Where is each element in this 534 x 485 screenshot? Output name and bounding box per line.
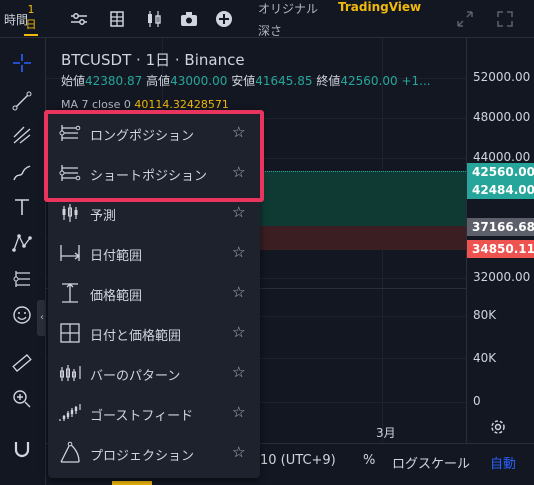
depth-tab[interactable]: 深さ bbox=[258, 22, 282, 39]
open-value: 42380.87 bbox=[85, 74, 143, 88]
menu-item-price-range[interactable]: 価格範囲 ☆ bbox=[48, 273, 260, 313]
open-key: 始値 bbox=[61, 74, 86, 88]
menu-item-label: 予測 bbox=[90, 209, 117, 224]
interval-1-label: 1 bbox=[27, 3, 35, 16]
top-toolbar: 時間 1日 オリジナル 深さ TradingView bbox=[0, 0, 534, 38]
symbol-title[interactable]: BTCUSDT · 1日 · Binance bbox=[61, 49, 245, 70]
text-icon[interactable] bbox=[11, 196, 33, 218]
favorite-star-icon[interactable]: ☆ bbox=[232, 323, 245, 341]
menu-item-label: 価格範囲 bbox=[90, 289, 143, 304]
price-tag-current: 42560.00 bbox=[467, 163, 534, 181]
scroll-indicator bbox=[112, 481, 152, 485]
pitchfork-icon[interactable] bbox=[11, 124, 33, 146]
menu-item-bars-pattern[interactable]: バーのパターン ☆ bbox=[48, 353, 260, 393]
volume-label: 80K bbox=[473, 308, 497, 322]
ohlc-legend: 始値42380.87 高値43000.00 安値41645.85 終値42560… bbox=[61, 72, 431, 89]
price-tag-stop: 34850.11 bbox=[467, 240, 534, 258]
projection-icon bbox=[58, 441, 82, 465]
menu-item-label: バーのパターン bbox=[90, 369, 181, 384]
trend-line-icon[interactable] bbox=[11, 90, 33, 112]
interval-button[interactable]: 1日 bbox=[24, 2, 38, 32]
menu-item-date-range[interactable]: 日付範囲 ☆ bbox=[48, 233, 260, 273]
drawing-toolbar: ‹ bbox=[0, 38, 47, 485]
price-tag-entry: 37166.68 bbox=[467, 218, 534, 236]
ruler-icon[interactable] bbox=[11, 352, 33, 374]
price-label: 48000.00 bbox=[473, 110, 531, 124]
close-key: 終値 bbox=[316, 74, 341, 88]
interval-active-indicator bbox=[24, 34, 38, 36]
zoom-in-icon[interactable] bbox=[11, 388, 33, 410]
change-value: +1... bbox=[401, 74, 431, 88]
emoji-icon[interactable] bbox=[11, 304, 33, 326]
price-axis[interactable]: 52000.00 48000.00 44000.00 32000.00 80K … bbox=[466, 38, 534, 443]
add-indicator-icon[interactable] bbox=[215, 10, 233, 28]
date-price-range-icon bbox=[58, 321, 82, 345]
menu-item-label: 日付と価格範囲 bbox=[90, 329, 182, 344]
menu-item-date-price-range[interactable]: 日付と価格範囲 ☆ bbox=[48, 313, 260, 353]
high-key: 高値 bbox=[146, 74, 171, 88]
crosshair-icon[interactable] bbox=[11, 52, 33, 74]
original-tab[interactable]: オリジナル bbox=[258, 0, 318, 17]
expand-icon[interactable] bbox=[456, 10, 474, 28]
pattern-icon[interactable] bbox=[11, 232, 33, 254]
low-key: 安値 bbox=[231, 74, 256, 88]
brush-icon[interactable] bbox=[11, 162, 33, 184]
x-axis-label: 3月 bbox=[376, 426, 396, 440]
menu-item-label: プロジェクション bbox=[90, 449, 195, 464]
candlestick-icon[interactable] bbox=[145, 10, 163, 28]
price-range-icon bbox=[58, 281, 82, 305]
favorite-star-icon[interactable]: ☆ bbox=[232, 243, 245, 261]
volume-label: 0 bbox=[473, 394, 481, 408]
favorite-star-icon[interactable]: ☆ bbox=[232, 403, 245, 421]
auto-scale-toggle[interactable]: 自動 bbox=[490, 453, 516, 472]
price-label: 32000.00 bbox=[473, 270, 531, 284]
percent-toggle[interactable]: % bbox=[363, 453, 375, 468]
low-value: 41645.85 bbox=[255, 74, 313, 88]
close-value: 42560.00 bbox=[340, 74, 398, 88]
menu-item-ghost-feed[interactable]: ゴーストフィード ☆ bbox=[48, 393, 260, 433]
date-range-icon bbox=[58, 241, 82, 265]
settings-gear-icon[interactable] bbox=[489, 418, 507, 439]
price-tag-target: 42484.00 bbox=[467, 181, 534, 199]
menu-item-label: ゴーストフィード bbox=[90, 409, 194, 424]
menu-item-projection[interactable]: プロジェクション ☆ bbox=[48, 433, 260, 473]
tradingview-tab[interactable]: TradingView bbox=[338, 0, 421, 14]
position-profit-zone bbox=[260, 171, 466, 226]
price-label: 52000.00 bbox=[473, 70, 531, 84]
indicator-settings-icon[interactable] bbox=[70, 10, 88, 28]
favorite-star-icon[interactable]: ☆ bbox=[232, 283, 245, 301]
magnet-icon[interactable] bbox=[11, 438, 33, 460]
bars-pattern-icon bbox=[58, 361, 82, 385]
price-label: 44000.00 bbox=[473, 150, 531, 164]
position-loss-zone bbox=[260, 226, 466, 250]
camera-icon[interactable] bbox=[180, 10, 198, 28]
interval-day-label: 日 bbox=[25, 18, 37, 31]
prediction-tools-icon[interactable] bbox=[11, 268, 33, 290]
favorite-star-icon[interactable]: ☆ bbox=[232, 203, 245, 221]
highlight-box bbox=[44, 110, 264, 202]
high-value: 43000.00 bbox=[170, 74, 228, 88]
chart-grid-icon[interactable] bbox=[108, 10, 126, 28]
menu-item-label: 日付範囲 bbox=[90, 249, 143, 264]
fullscreen-icon[interactable] bbox=[496, 10, 514, 28]
ghost-feed-icon bbox=[58, 401, 82, 425]
timezone-label[interactable]: 10 (UTC+9) bbox=[260, 453, 336, 468]
favorite-star-icon[interactable]: ☆ bbox=[232, 443, 245, 461]
forecast-icon bbox=[58, 201, 82, 225]
volume-label: 40K bbox=[473, 351, 497, 365]
favorite-star-icon[interactable]: ☆ bbox=[232, 363, 245, 381]
log-scale-toggle[interactable]: ログスケール bbox=[392, 453, 470, 472]
price-line bbox=[260, 171, 466, 172]
